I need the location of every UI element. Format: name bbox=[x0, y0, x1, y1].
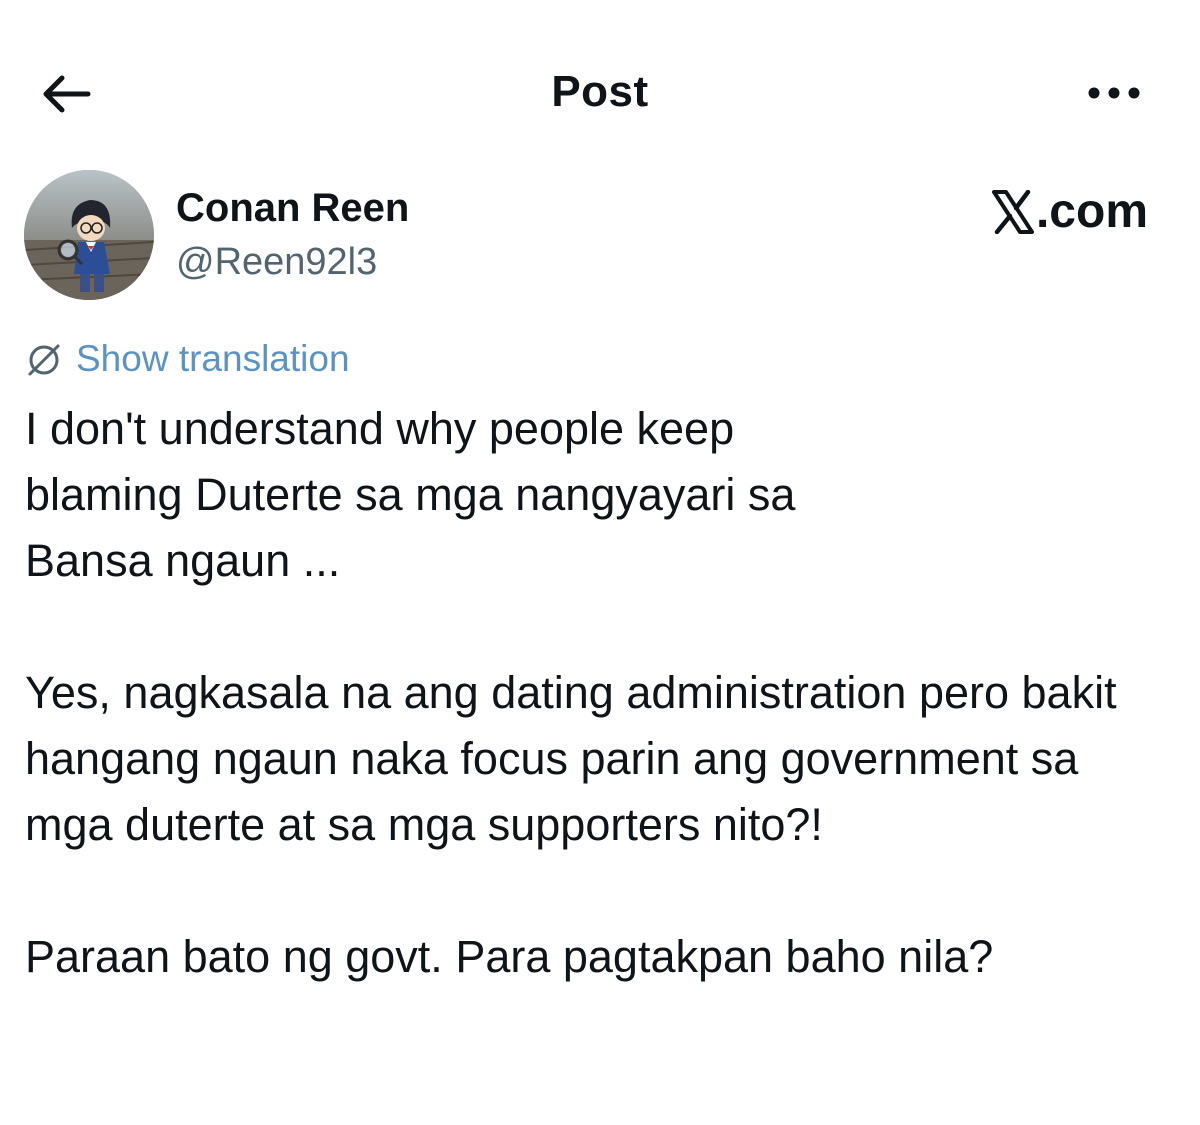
author-handle[interactable]: @Reen92l3 bbox=[176, 238, 377, 286]
avatar-anime-detective bbox=[24, 170, 154, 300]
post-paragraph: Paraan bato ng govt. Para pagtakpan baho… bbox=[25, 931, 994, 982]
brand-domain-label: .com bbox=[1035, 185, 1148, 238]
post-text: I don't understand why people keep blami… bbox=[25, 396, 1165, 990]
post-paragraph: Yes, nagkasala na ang dating administrat… bbox=[25, 667, 1117, 850]
more-options-button[interactable] bbox=[1078, 70, 1150, 116]
x-com-watermark: .com bbox=[991, 184, 1148, 240]
translate-globe-icon bbox=[28, 344, 60, 376]
x-logo-icon bbox=[991, 190, 1034, 234]
top-bar: Post bbox=[0, 0, 1200, 180]
show-translation-link[interactable]: Show translation bbox=[24, 334, 350, 384]
more-horizontal-icon bbox=[1088, 87, 1140, 99]
page-title: Post bbox=[551, 67, 649, 116]
post-paragraph: I don't understand why people keep blami… bbox=[25, 403, 796, 586]
show-translation-label: Show translation bbox=[76, 338, 350, 379]
avatar[interactable] bbox=[24, 170, 154, 300]
author-display-name[interactable]: Conan Reen bbox=[176, 184, 409, 232]
